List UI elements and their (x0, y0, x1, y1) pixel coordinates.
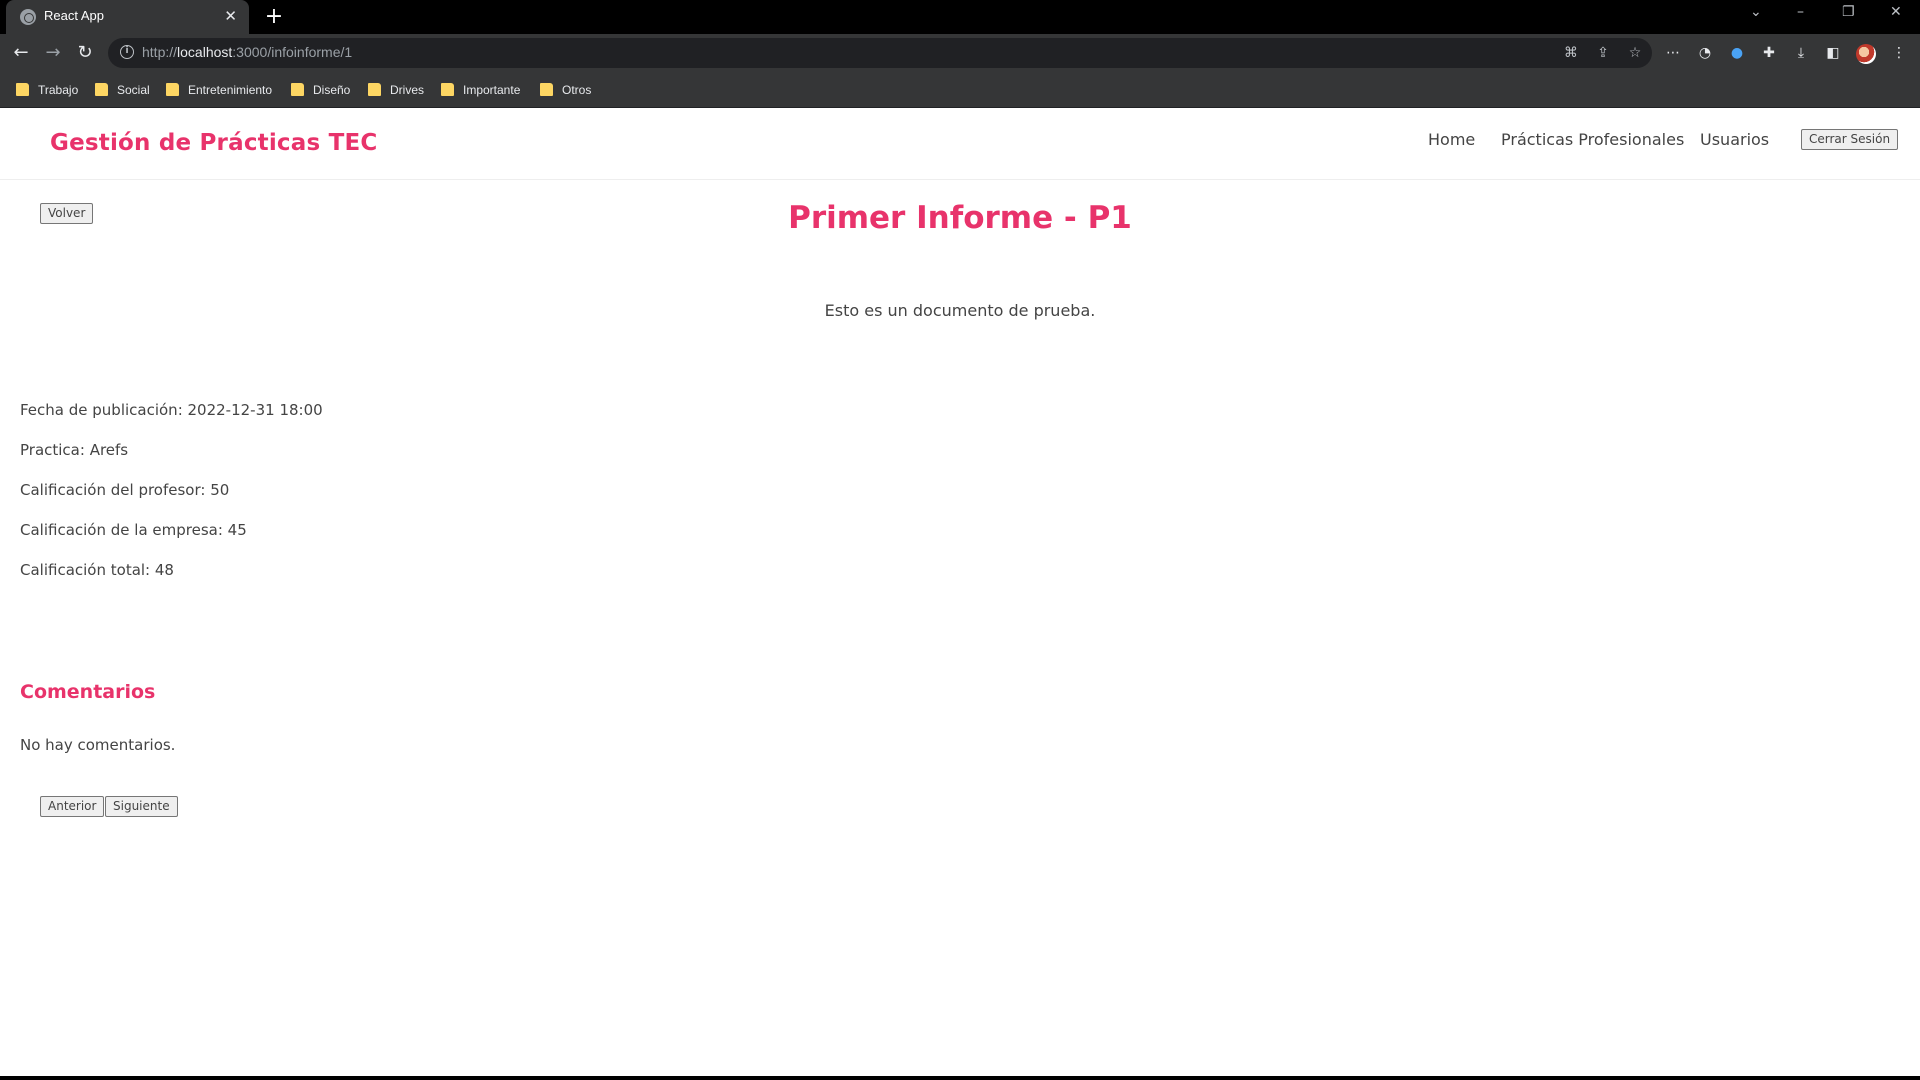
translate-icon[interactable]: ⌘ (1562, 44, 1580, 62)
extension-dots-icon[interactable]: ⋯ (1664, 44, 1682, 62)
puzzle-icon[interactable]: ✚ (1760, 44, 1778, 62)
brand-title[interactable]: Gestión de Prácticas TEC (50, 130, 377, 156)
folder-icon (291, 83, 304, 96)
document-body: Esto es un documento de prueba. (824, 301, 1096, 320)
tab-title: React App (44, 8, 104, 23)
app-header: Gestión de Prácticas TEC Home Prácticas … (0, 108, 1920, 180)
reload-icon[interactable]: ↻ (74, 42, 96, 64)
folder-icon (95, 83, 108, 96)
folder-icon (441, 83, 454, 96)
bookmark-social[interactable]: Social (95, 82, 150, 98)
tab-close-icon[interactable]: ✕ (224, 7, 237, 25)
page-title: Primer Informe - P1 (788, 200, 1132, 236)
meta-professor-grade: Calificación del profesor: 50 (20, 481, 230, 499)
bookmark-entretenimiento[interactable]: Entretenimiento (166, 82, 272, 98)
browser-tab[interactable]: React App ✕ (6, 0, 249, 34)
bottom-edge (0, 1076, 1920, 1080)
nav-usuarios[interactable]: Usuarios (1700, 130, 1769, 149)
folder-icon (16, 83, 29, 96)
bookmark-trabajo[interactable]: Trabajo (16, 82, 78, 98)
meta-publication-date: Fecha de publicación: 2022-12-31 18:00 (20, 401, 323, 419)
bookmark-diseno[interactable]: Diseño (291, 82, 350, 98)
download-icon[interactable]: ⤓ (1792, 44, 1810, 62)
nav-practicas-profesionales[interactable]: Prácticas Profesionales (1501, 130, 1684, 149)
logout-button[interactable]: Cerrar Sesión (1801, 129, 1899, 150)
folder-icon (368, 83, 381, 96)
meta-company-grade: Calificación de la empresa: 45 (20, 521, 247, 539)
no-comments-text: No hay comentarios. (20, 736, 176, 754)
url-text: http://localhost:3000/infoinforme/1 (142, 44, 353, 60)
address-bar[interactable]: i http://localhost:3000/infoinforme/1 ⌘ … (108, 38, 1652, 68)
back-icon[interactable]: ← (10, 42, 32, 64)
share-icon[interactable]: ⇪ (1594, 44, 1612, 62)
menu-kebab-icon[interactable]: ⋮ (1890, 44, 1908, 62)
profile-avatar[interactable] (1856, 44, 1876, 64)
bookmark-star-icon[interactable]: ☆ (1626, 44, 1644, 62)
meta-total-grade: Calificación total: 48 (20, 561, 174, 579)
bookmarks-bar: Trabajo Social Entretenimiento Diseño Dr… (0, 72, 1920, 108)
folder-icon (166, 83, 179, 96)
bookmark-drives[interactable]: Drives (368, 82, 424, 98)
globe-icon (20, 9, 36, 25)
extension-shazam-icon[interactable]: ● (1728, 44, 1746, 62)
previous-button[interactable]: Anterior (40, 796, 105, 817)
page-content: Gestión de Prácticas TEC Home Prácticas … (0, 108, 1920, 1076)
comments-heading: Comentarios (20, 681, 156, 703)
browser-toolbar: ← → ↻ i http://localhost:3000/infoinform… (0, 34, 1920, 72)
minimize-icon[interactable]: – (1797, 4, 1804, 20)
meta-practica: Practica: Arefs (20, 441, 129, 459)
folder-icon (540, 83, 553, 96)
window-close-icon[interactable]: ✕ (1890, 4, 1902, 20)
new-tab-icon[interactable]: + (262, 5, 286, 29)
extension-circle-icon[interactable]: ◔ (1696, 44, 1714, 62)
restore-icon[interactable]: ❐ (1842, 4, 1855, 20)
forward-icon[interactable]: → (42, 42, 64, 64)
next-button[interactable]: Siguiente (105, 796, 178, 817)
browser-tabstrip: React App ✕ + ⌄ – ❐ ✕ (0, 0, 1920, 34)
nav-home[interactable]: Home (1428, 130, 1475, 149)
bookmark-otros[interactable]: Otros (540, 82, 591, 98)
bookmark-importante[interactable]: Importante (441, 82, 520, 98)
side-panel-icon[interactable]: ◧ (1824, 44, 1842, 62)
site-info-icon[interactable]: i (120, 45, 134, 59)
tab-search-icon[interactable]: ⌄ (1750, 4, 1762, 20)
